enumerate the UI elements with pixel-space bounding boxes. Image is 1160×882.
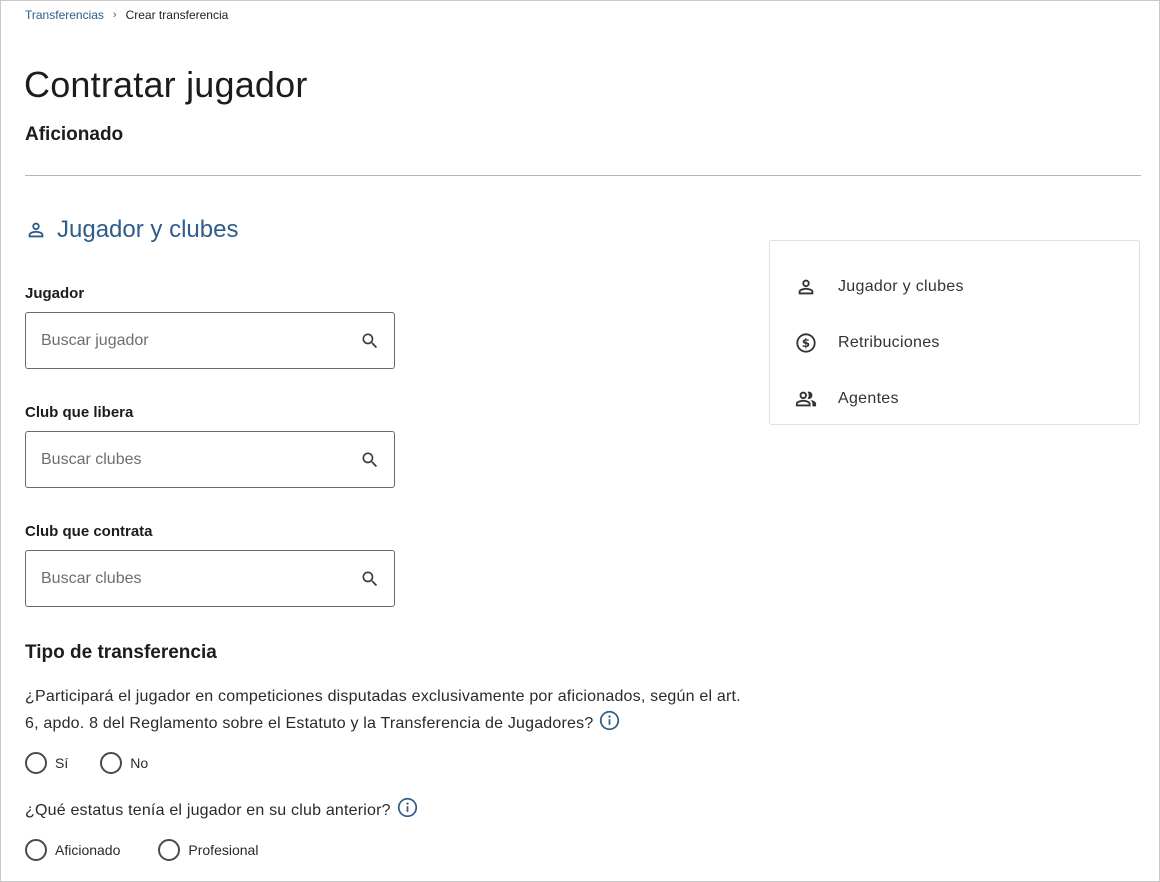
dollar-circle-icon: $ [794,331,818,355]
radio-label: No [130,755,149,771]
amateur-competition-question: ¿Participará el jugador en competiciones… [25,683,755,737]
info-icon[interactable] [397,797,418,818]
breadcrumb-link-transferencias[interactable]: Transferencias [25,8,104,22]
radio-option-aficionado[interactable]: Aficionado [25,839,120,861]
people-icon [794,387,818,411]
radio-option-no[interactable]: No [100,752,148,774]
section-heading-label: Jugador y clubes [57,216,239,243]
toc-item-label: Jugador y clubes [838,278,964,295]
toc-item-label: Agentes [838,390,899,407]
radio-button[interactable] [25,752,47,774]
transfer-type-heading: Tipo de transferencia [25,642,217,663]
hiring-club-search-box[interactable] [25,550,395,607]
releasing-club-search-box[interactable] [25,431,395,488]
player-field-label: Jugador [25,285,85,302]
section-heading-jugador-y-clubes: Jugador y clubes [25,216,238,244]
previous-status-radio-group: Aficionado Profesional [25,839,290,861]
amateur-competition-question-text: ¿Participará el jugador en competiciones… [25,688,741,732]
section-navigation-panel: Jugador y clubes $ Retribuciones Agentes [769,240,1140,425]
page-title: Contratar jugador [24,64,308,105]
header-divider [25,175,1141,176]
radio-option-si[interactable]: Sí [25,752,68,774]
toc-item-retribuciones[interactable]: $ Retribuciones [770,315,1139,371]
info-icon[interactable] [599,710,620,731]
breadcrumb-separator: › [112,9,117,21]
radio-button[interactable] [100,752,123,774]
page-subtitle: Aficionado [25,124,124,145]
radio-button[interactable] [158,839,181,861]
search-icon[interactable] [360,331,380,351]
person-icon [25,219,47,241]
hiring-club-field-label: Club que contrata [25,523,153,540]
previous-status-question: ¿Qué estatus tenía el jugador en su club… [25,797,418,824]
radio-label: Aficionado [55,842,121,858]
radio-label: Sí [55,755,69,771]
releasing-club-field-label: Club que libera [25,404,134,421]
search-icon[interactable] [360,569,380,589]
player-search-input[interactable] [41,331,341,350]
player-search-box[interactable] [25,312,395,369]
hiring-club-search-input[interactable] [41,569,341,588]
toc-item-jugador-y-clubes[interactable]: Jugador y clubes [770,259,1139,315]
radio-option-profesional[interactable]: Profesional [158,839,258,861]
amateur-competition-radio-group: Sí No [25,752,180,774]
radio-label: Profesional [188,842,259,858]
svg-text:$: $ [802,336,811,350]
person-icon [794,275,818,299]
releasing-club-search-input[interactable] [41,450,341,469]
toc-item-agentes[interactable]: Agentes [770,371,1139,427]
radio-button[interactable] [25,839,47,861]
search-icon[interactable] [360,450,380,470]
previous-status-question-text: ¿Qué estatus tenía el jugador en su club… [25,802,391,819]
breadcrumb-current: Crear transferencia [125,8,229,22]
breadcrumb: Transferencias › Crear transferencia [25,8,228,22]
toc-item-label: Retribuciones [838,334,940,351]
